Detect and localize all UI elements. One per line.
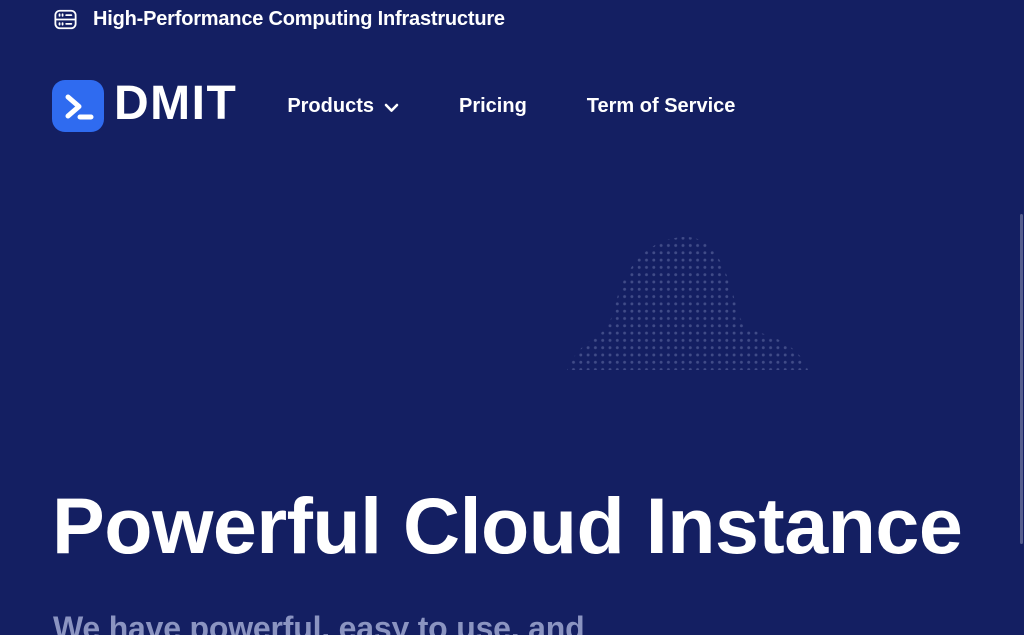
hero-title: Powerful Cloud Instance — [52, 483, 962, 570]
navbar: DMIT Products Pricing Term of Service — [52, 80, 984, 132]
nav-links: Products Pricing Term of Service — [287, 95, 735, 118]
nav-item-products-label: Products — [287, 95, 374, 118]
announcement-bar: High-Performance Computing Infrastructur… — [52, 5, 505, 33]
hero-subtitle: We have powerful, easy to use, and — [53, 608, 673, 635]
nav-item-products[interactable]: Products — [287, 95, 399, 118]
server-icon — [52, 6, 79, 33]
brand-logo[interactable]: DMIT — [52, 80, 237, 132]
terminal-prompt-icon — [52, 80, 104, 132]
nav-item-term-of-service[interactable]: Term of Service — [587, 95, 736, 118]
scrollbar-thumb[interactable] — [1020, 214, 1023, 544]
chevron-down-icon — [384, 96, 399, 119]
nav-item-pricing[interactable]: Pricing — [459, 95, 527, 118]
dotted-cloud-decoration — [564, 236, 816, 374]
announcement-text: High-Performance Computing Infrastructur… — [93, 8, 505, 31]
page: High-Performance Computing Infrastructur… — [0, 0, 1024, 635]
brand-name: DMIT — [114, 80, 237, 128]
